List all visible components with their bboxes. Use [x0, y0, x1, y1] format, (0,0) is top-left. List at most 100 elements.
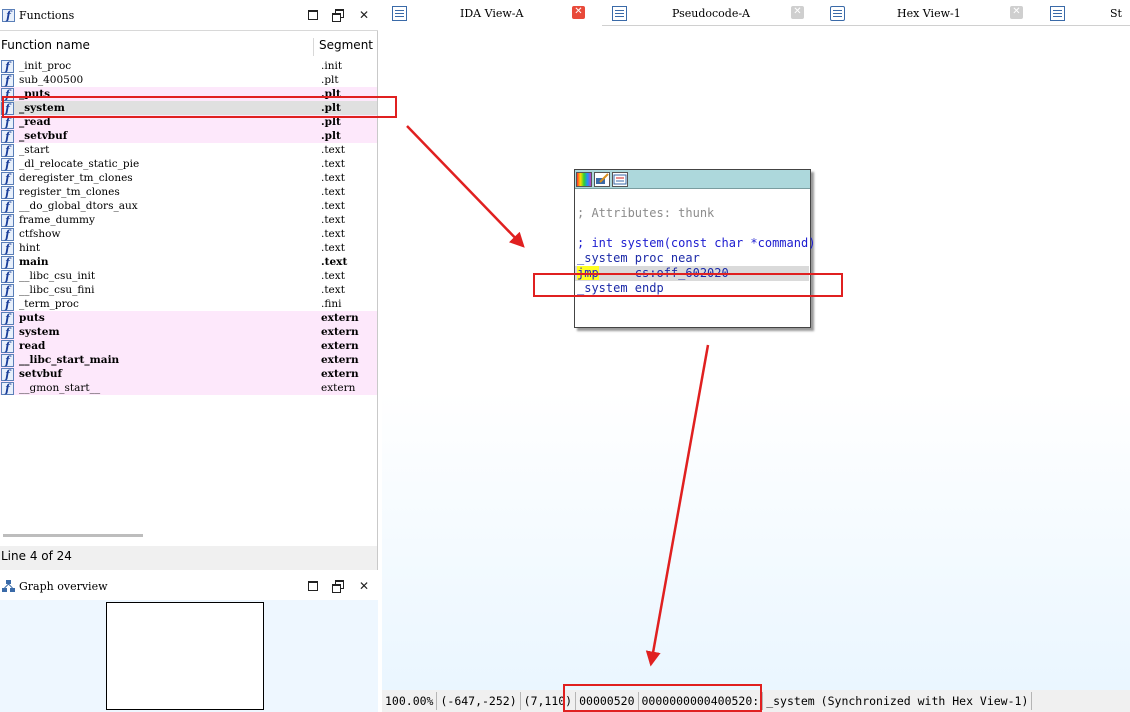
function-icon: f — [1, 73, 14, 87]
function-row[interactable]: f __do_global_dtors_aux .text — [0, 199, 377, 213]
function-row[interactable]: f register_tm_clones .text — [0, 185, 377, 199]
function-icon: f — [1, 269, 14, 283]
graph-overview-title: Graph overview — [19, 579, 108, 593]
restore-icon[interactable] — [332, 580, 344, 593]
function-row[interactable]: f __libc_csu_fini .text — [0, 283, 377, 297]
restore-icon[interactable] — [332, 9, 344, 22]
rename-icon[interactable] — [594, 171, 610, 187]
sync-status: (Synchronized with Hex View-1) — [818, 692, 1033, 710]
functions-panel: f Functions ✕ Function name Segment f _in… — [0, 0, 378, 546]
function-row[interactable]: f _init_proc .init — [0, 59, 377, 73]
ida-graph-canvas[interactable] — [382, 26, 1130, 690]
strings-icon — [1050, 5, 1065, 21]
function-name: sub_400500 — [19, 74, 84, 86]
function-row[interactable]: f hint .text — [0, 241, 377, 255]
tab-ida-view-a[interactable]: IDA View-A ✕ — [382, 0, 602, 26]
highlight-box-system-row — [2, 96, 397, 118]
graph-node[interactable]: ; Attributes: thunk ; int system(const c… — [574, 169, 816, 328]
current-function: _system — [766, 694, 815, 708]
tab-label: IDA View-A — [460, 6, 524, 20]
functions-title: Functions — [19, 8, 75, 22]
maximize-icon[interactable] — [308, 581, 318, 591]
function-icon: f — [1, 325, 14, 339]
function-icon: f — [1, 185, 14, 199]
function-row[interactable]: f _start .text — [0, 143, 377, 157]
function-row[interactable]: f __libc_start_main extern — [0, 353, 377, 367]
function-name: _term_proc — [19, 298, 79, 310]
view-tabbar: IDA View-A ✕ Pseudocode-A ✕ Hex View-1 ✕… — [382, 0, 1130, 26]
asm-line — [577, 221, 810, 236]
function-name: setvbuf — [19, 368, 63, 380]
function-name: hint — [19, 242, 41, 254]
function-icon: f — [1, 129, 14, 143]
function-name: _setvbuf — [19, 130, 68, 142]
function-icon: f — [1, 227, 14, 241]
hex-icon — [830, 5, 845, 21]
function-row[interactable]: f read extern — [0, 339, 377, 353]
pseudocode-icon — [612, 5, 627, 21]
function-icon: f — [1, 339, 14, 353]
function-segment: .plt — [321, 130, 341, 142]
function-segment: .text — [321, 144, 345, 156]
function-name: system — [19, 326, 60, 338]
highlight-box-jmp-line — [533, 273, 843, 297]
close-tab-icon[interactable]: ✕ — [1010, 6, 1023, 19]
function-row[interactable]: f puts extern — [0, 311, 377, 325]
horizontal-scrollbar[interactable] — [3, 534, 143, 537]
close-icon[interactable]: ✕ — [358, 9, 370, 21]
graph-overview-viewport[interactable] — [106, 602, 264, 710]
function-segment: .fini — [321, 298, 342, 310]
function-row[interactable]: f main .text — [0, 255, 377, 269]
function-segment: .text — [321, 186, 345, 198]
function-segment: .text — [321, 256, 348, 268]
asm-proc-start[interactable]: _system proc near — [577, 251, 810, 266]
function-icon: f — [1, 311, 14, 325]
graph-node-header — [575, 170, 810, 189]
tab-pseudocode-a[interactable]: Pseudocode-A ✕ — [602, 0, 820, 26]
close-tab-icon[interactable]: ✕ — [791, 6, 804, 19]
function-name: _init_proc — [19, 60, 72, 72]
function-icon: f — [1, 283, 14, 297]
tab-label: St — [1110, 6, 1122, 20]
function-row[interactable]: f deregister_tm_clones .text — [0, 171, 377, 185]
function-name: ctfshow — [19, 228, 61, 240]
function-name: puts — [19, 312, 45, 324]
function-row[interactable]: f sub_400500 .plt — [0, 73, 377, 87]
graph-icon — [2, 579, 15, 592]
function-row[interactable]: f _term_proc .fini — [0, 297, 377, 311]
maximize-icon[interactable] — [308, 10, 318, 20]
function-row[interactable]: f __libc_csu_init .text — [0, 269, 377, 283]
function-row[interactable]: f _dl_relocate_static_pie .text — [0, 157, 377, 171]
function-segment: extern — [321, 382, 356, 394]
function-row[interactable]: f setvbuf extern — [0, 367, 377, 381]
column-segment[interactable]: Segment — [313, 38, 373, 56]
graph-coords: (-647,-252) — [437, 692, 521, 710]
tab-label: Pseudocode-A — [672, 6, 751, 20]
function-segment: extern — [321, 368, 359, 380]
function-icon: f — [1, 381, 14, 395]
function-segment: .text — [321, 242, 345, 254]
tab-hex-view-1[interactable]: Hex View-1 ✕ — [820, 0, 1040, 26]
zoom-level: 100.00% — [382, 692, 438, 710]
function-segment: extern — [321, 312, 359, 324]
function-name: main — [19, 256, 49, 268]
function-row[interactable]: f _setvbuf .plt — [0, 129, 377, 143]
function-segment: .text — [321, 200, 345, 212]
close-icon[interactable]: ✕ — [358, 580, 370, 592]
asm-prototype: ; int system(const char *command) — [577, 236, 816, 250]
function-row[interactable]: f frame_dummy .text — [0, 213, 377, 227]
color-icon[interactable] — [576, 171, 592, 187]
function-row[interactable]: f system extern — [0, 325, 377, 339]
function-name: __libc_csu_fini — [19, 284, 95, 296]
group-icon[interactable] — [612, 171, 628, 187]
function-icon: f — [1, 241, 14, 255]
function-segment: .init — [321, 60, 343, 72]
function-segment: extern — [321, 340, 359, 352]
column-function-name[interactable]: Function name — [0, 38, 313, 56]
function-row[interactable]: f ctfshow .text — [0, 227, 377, 241]
close-tab-icon[interactable]: ✕ — [572, 6, 585, 19]
function-row[interactable]: f __gmon_start__ extern — [0, 381, 377, 395]
tab-strings[interactable]: St — [1040, 0, 1130, 26]
function-name: deregister_tm_clones — [19, 172, 133, 184]
function-icon: f — [1, 353, 14, 367]
